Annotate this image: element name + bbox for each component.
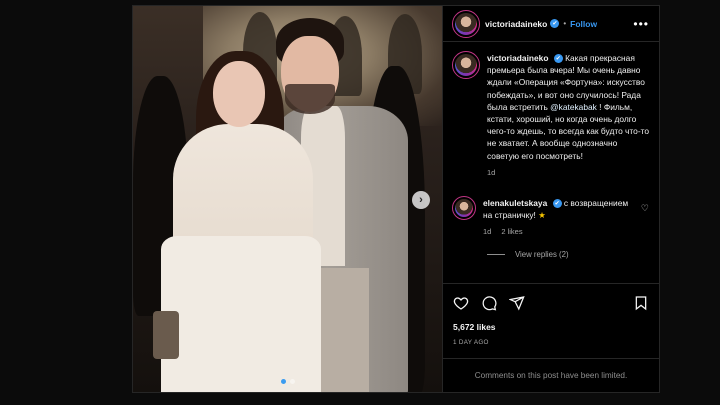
photo-man-beard — [285, 84, 335, 114]
action-icons — [453, 292, 649, 314]
verified-icon: ✔ — [552, 199, 562, 209]
commenter-avatar[interactable] — [452, 195, 476, 220]
photo-handbag — [153, 311, 179, 359]
comment-icon[interactable] — [481, 295, 497, 311]
caption-username[interactable]: victoriadaineko — [487, 53, 548, 63]
comment-meta: 1d 2 likes — [483, 227, 635, 236]
post-age: 1 DAY AGO — [453, 339, 489, 346]
replies-divider — [487, 254, 505, 256]
author-avatar[interactable] — [452, 9, 480, 38]
post-sidebar: victoriadaineko ✔ • Follow ••• victoriad… — [442, 6, 659, 392]
commenter-username[interactable]: elenakuletskaya — [483, 198, 547, 208]
heart-icon[interactable] — [453, 295, 469, 311]
caption: victoriadaineko ✔ Какая прекрасная премь… — [452, 51, 649, 177]
post-header: victoriadaineko ✔ • Follow ••• — [443, 6, 659, 42]
carousel-next-button[interactable]: › — [412, 191, 430, 209]
comment-like-heart-icon[interactable]: ♡ — [641, 203, 649, 214]
mention-link[interactable]: @katekabak — [550, 102, 597, 112]
caption-text: victoriadaineko ✔ Какая прекрасная премь… — [487, 52, 649, 162]
action-bar: 5,672 likes 1 DAY AGO — [443, 283, 659, 346]
star-emoji: ★ — [538, 210, 546, 221]
follow-button[interactable]: Follow — [570, 19, 597, 29]
view-replies-label: View replies (2) — [515, 250, 569, 260]
photo-woman-face — [213, 61, 265, 127]
comment-likes[interactable]: 2 likes — [501, 227, 522, 236]
caption-meta: 1d — [487, 168, 649, 177]
bookmark-icon[interactable] — [633, 295, 649, 311]
caption-time: 1d — [487, 167, 496, 177]
dot-separator: • — [563, 19, 567, 28]
carousel-dot — [289, 379, 295, 384]
photo-woman-dress — [161, 236, 321, 392]
verified-icon: ✔ — [550, 19, 560, 28]
comment-text: elenakuletskaya ✔ с возвращением на стра… — [483, 197, 635, 221]
like-count[interactable]: 5,672 likes — [453, 322, 649, 332]
caption-avatar[interactable] — [452, 51, 480, 79]
view-replies-button[interactable]: View replies (2) — [487, 250, 649, 259]
carousel-dots — [280, 379, 295, 384]
post-modal: › victoriadaineko ✔ • Follow ••• victori… — [132, 5, 660, 393]
comments-limited-notice: Comments on this post have been limited. — [443, 358, 659, 392]
author-username[interactable]: victoriadaineko — [485, 19, 547, 29]
more-options-icon[interactable]: ••• — [633, 17, 649, 31]
comments-section: victoriadaineko ✔ Какая прекрасная премь… — [443, 42, 659, 283]
carousel-dot — [280, 379, 286, 384]
comment-item: elenakuletskaya ✔ с возвращением на стра… — [452, 195, 649, 236]
verified-icon: ✔ — [553, 54, 563, 64]
comment-time: 1d — [483, 227, 492, 237]
share-icon[interactable] — [509, 295, 525, 311]
post-photo[interactable]: › — [133, 6, 442, 392]
